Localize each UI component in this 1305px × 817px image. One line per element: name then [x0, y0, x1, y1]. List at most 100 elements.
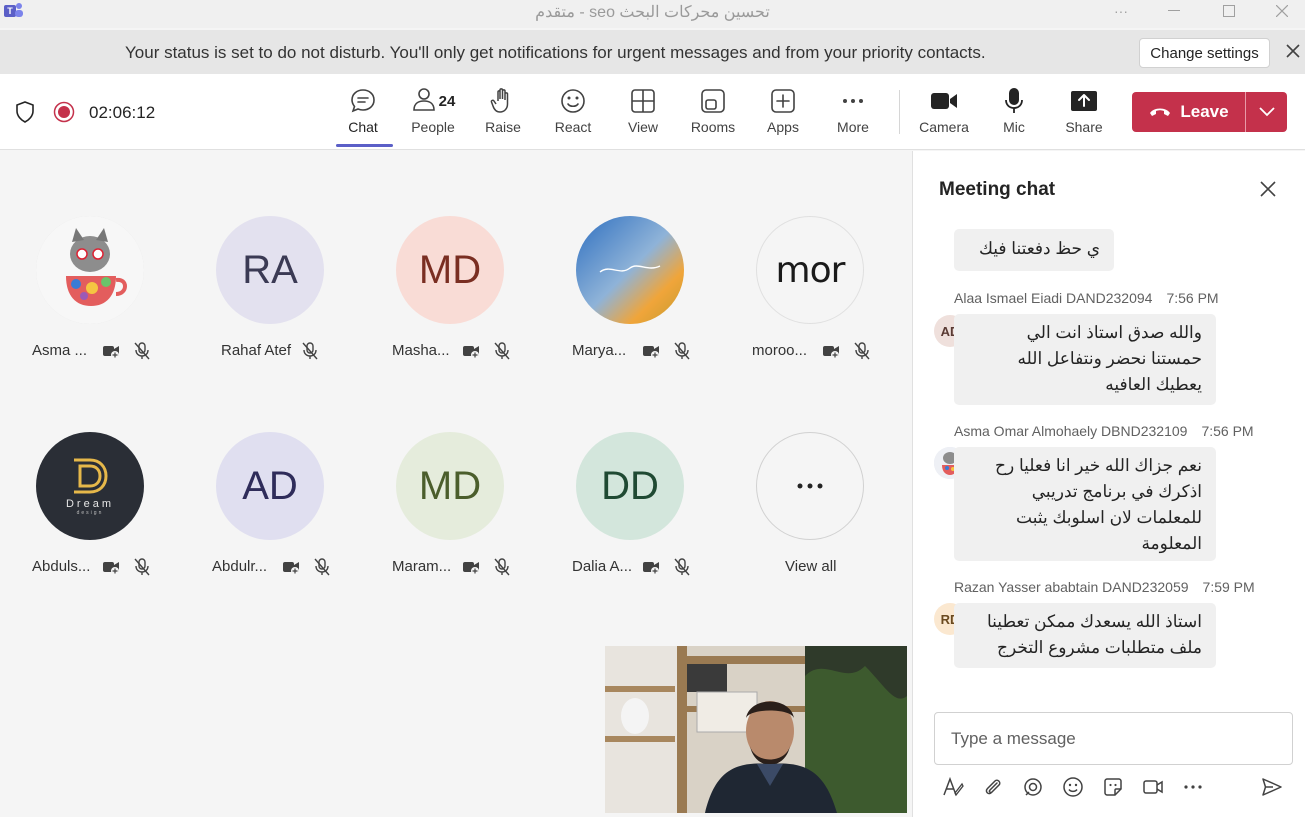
dnd-banner: Your status is set to do not disturb. Yo…: [0, 30, 1305, 74]
avatar-initials: RA: [242, 247, 298, 292]
mic-button[interactable]: Mic: [979, 86, 1049, 144]
avatar: MD: [396, 432, 504, 540]
react-button[interactable]: React: [538, 86, 608, 144]
message-text: ي حظ دفعتنا فيك: [978, 239, 1100, 258]
participant-name: Rahaf Atef: [221, 342, 292, 359]
dream-logo-text: Dream: [65, 498, 114, 510]
participant-name: Asma ...: [32, 342, 88, 359]
leave-options-chevron-icon[interactable]: [1246, 107, 1287, 117]
mic-off-icon: [314, 558, 330, 576]
share-label: Share: [1065, 119, 1103, 135]
avatar-initials: DD: [601, 463, 659, 508]
participant-tile[interactable]: Dream design Abduls...: [16, 432, 176, 612]
active-tab-indicator: [336, 144, 393, 147]
participant-tile[interactable]: RA Rahaf Atef: [196, 216, 356, 396]
view-label: View: [627, 119, 659, 135]
chat-button[interactable]: Chat: [328, 86, 398, 144]
sticker-icon[interactable]: [1101, 775, 1125, 799]
participant-name: Abduls...: [32, 558, 91, 575]
more-actions-icon[interactable]: [1181, 775, 1205, 799]
toolbar-divider: [899, 90, 900, 134]
participant-tile[interactable]: mor moroo...: [736, 216, 896, 396]
raise-label: Raise: [485, 119, 521, 135]
avatar: [576, 216, 684, 324]
message-time: 7:56 PM: [1201, 423, 1254, 439]
avatar: [36, 216, 144, 324]
chat-icon: [348, 86, 378, 116]
attach-icon[interactable]: [981, 775, 1005, 799]
avatar-initials: MD: [418, 247, 482, 292]
camera-label: Camera: [919, 119, 969, 135]
participant-tile[interactable]: AD Abdulr...: [196, 432, 356, 612]
send-icon[interactable]: [1260, 775, 1284, 799]
message-line: يعطيك العافيه: [1105, 375, 1202, 394]
chat-message: والله صدق استاذ انت الي حمستنا نحضر ونتف…: [954, 314, 1216, 405]
message-line: والله صدق استاذ انت الي: [1026, 323, 1202, 342]
self-video-preview[interactable]: [605, 646, 907, 813]
mic-icon: [999, 86, 1029, 116]
participant-tile[interactable]: MD Maram...: [376, 432, 536, 612]
rooms-button[interactable]: Rooms: [678, 86, 748, 144]
emoji-icon[interactable]: [1061, 775, 1085, 799]
close-chat-icon[interactable]: [1258, 179, 1278, 199]
view-all-tile[interactable]: View all: [736, 432, 896, 612]
message-line: حمستنا نحضر ونتفاعل الله: [1017, 349, 1202, 368]
mic-off-icon: [134, 558, 150, 576]
participant-tile[interactable]: DD Dalia A...: [556, 432, 716, 612]
avatar-initials: MD: [418, 463, 482, 508]
format-icon[interactable]: [941, 775, 965, 799]
participant-tile[interactable]: MD Masha...: [376, 216, 536, 396]
leave-button[interactable]: Leave: [1132, 102, 1245, 122]
mic-off-icon: [494, 558, 510, 576]
participant-name: Abdulr...: [212, 558, 268, 575]
apps-icon: [768, 86, 798, 116]
participant-tile[interactable]: Asma ...: [16, 216, 176, 396]
participant-tile[interactable]: Marya...: [556, 216, 716, 396]
camera-icon: [929, 86, 959, 116]
hang-up-icon: [1148, 102, 1172, 122]
camera-off-icon: [283, 562, 299, 575]
participant-name: Maram...: [392, 558, 452, 575]
title-bar: T تحسين محركات البحث seo - متقدم ···: [0, 0, 1305, 28]
message-meta: Asma Omar Almohaely DBND232109 7:56 PM: [954, 423, 1254, 439]
more-button[interactable]: More: [818, 86, 888, 144]
apps-button[interactable]: Apps: [748, 86, 818, 144]
share-button[interactable]: Share: [1049, 86, 1119, 144]
meeting-chat-panel: Meeting chat ي حظ دفعتنا فيك Alaa Ismael…: [912, 151, 1305, 817]
close-window-icon[interactable]: [1259, 0, 1305, 22]
message-line: اذكرك في برنامج تدريبي: [1031, 482, 1202, 501]
message-meta: Alaa Ismael Eiadi DAND232094 7:56 PM: [954, 290, 1219, 306]
video-clip-icon[interactable]: [1141, 775, 1165, 799]
rooms-icon: [698, 86, 728, 116]
people-button[interactable]: 24 People: [398, 86, 468, 144]
dream-logo-subtext: design: [76, 510, 104, 516]
loop-icon[interactable]: [1021, 775, 1045, 799]
participant-name: moroo...: [752, 342, 808, 359]
chat-message: ي حظ دفعتنا فيك: [954, 229, 1114, 271]
meeting-toolbar: 02:06:12 Chat 24 People Raise React View…: [0, 74, 1305, 150]
raise-hand-button[interactable]: Raise: [468, 86, 538, 144]
participant-name: Marya...: [572, 342, 627, 359]
message-input[interactable]: [935, 713, 1292, 764]
change-settings-button[interactable]: Change settings: [1139, 38, 1270, 68]
maximize-icon[interactable]: [1206, 0, 1252, 22]
more-label: More: [837, 119, 869, 135]
chat-message: استاذ الله يسعدك ممكن تعطينا ملف متطلبات…: [954, 603, 1216, 668]
minimize-icon[interactable]: [1151, 0, 1197, 22]
more-participants-icon[interactable]: [756, 432, 864, 540]
message-meta: Razan Yasser ababtain DAND232059 7:59 PM: [954, 579, 1255, 595]
chat-message: نعم جزاك الله خير انا فعليا رح اذكرك في …: [954, 447, 1216, 561]
view-button[interactable]: View: [608, 86, 678, 144]
shield-icon[interactable]: [14, 100, 36, 124]
avatar: MD: [396, 216, 504, 324]
camera-button[interactable]: Camera: [909, 86, 979, 144]
message-author: Asma Omar Almohaely DBND232109: [954, 423, 1188, 439]
people-icon: [411, 86, 437, 117]
avatar: AD: [216, 432, 324, 540]
mic-off-icon: [674, 558, 690, 576]
avatar: mor: [756, 216, 864, 324]
window-more-icon[interactable]: ···: [1098, 0, 1144, 22]
leave-label: Leave: [1180, 102, 1229, 121]
camera-off-icon: [103, 562, 119, 575]
close-banner-icon[interactable]: [1283, 41, 1303, 61]
